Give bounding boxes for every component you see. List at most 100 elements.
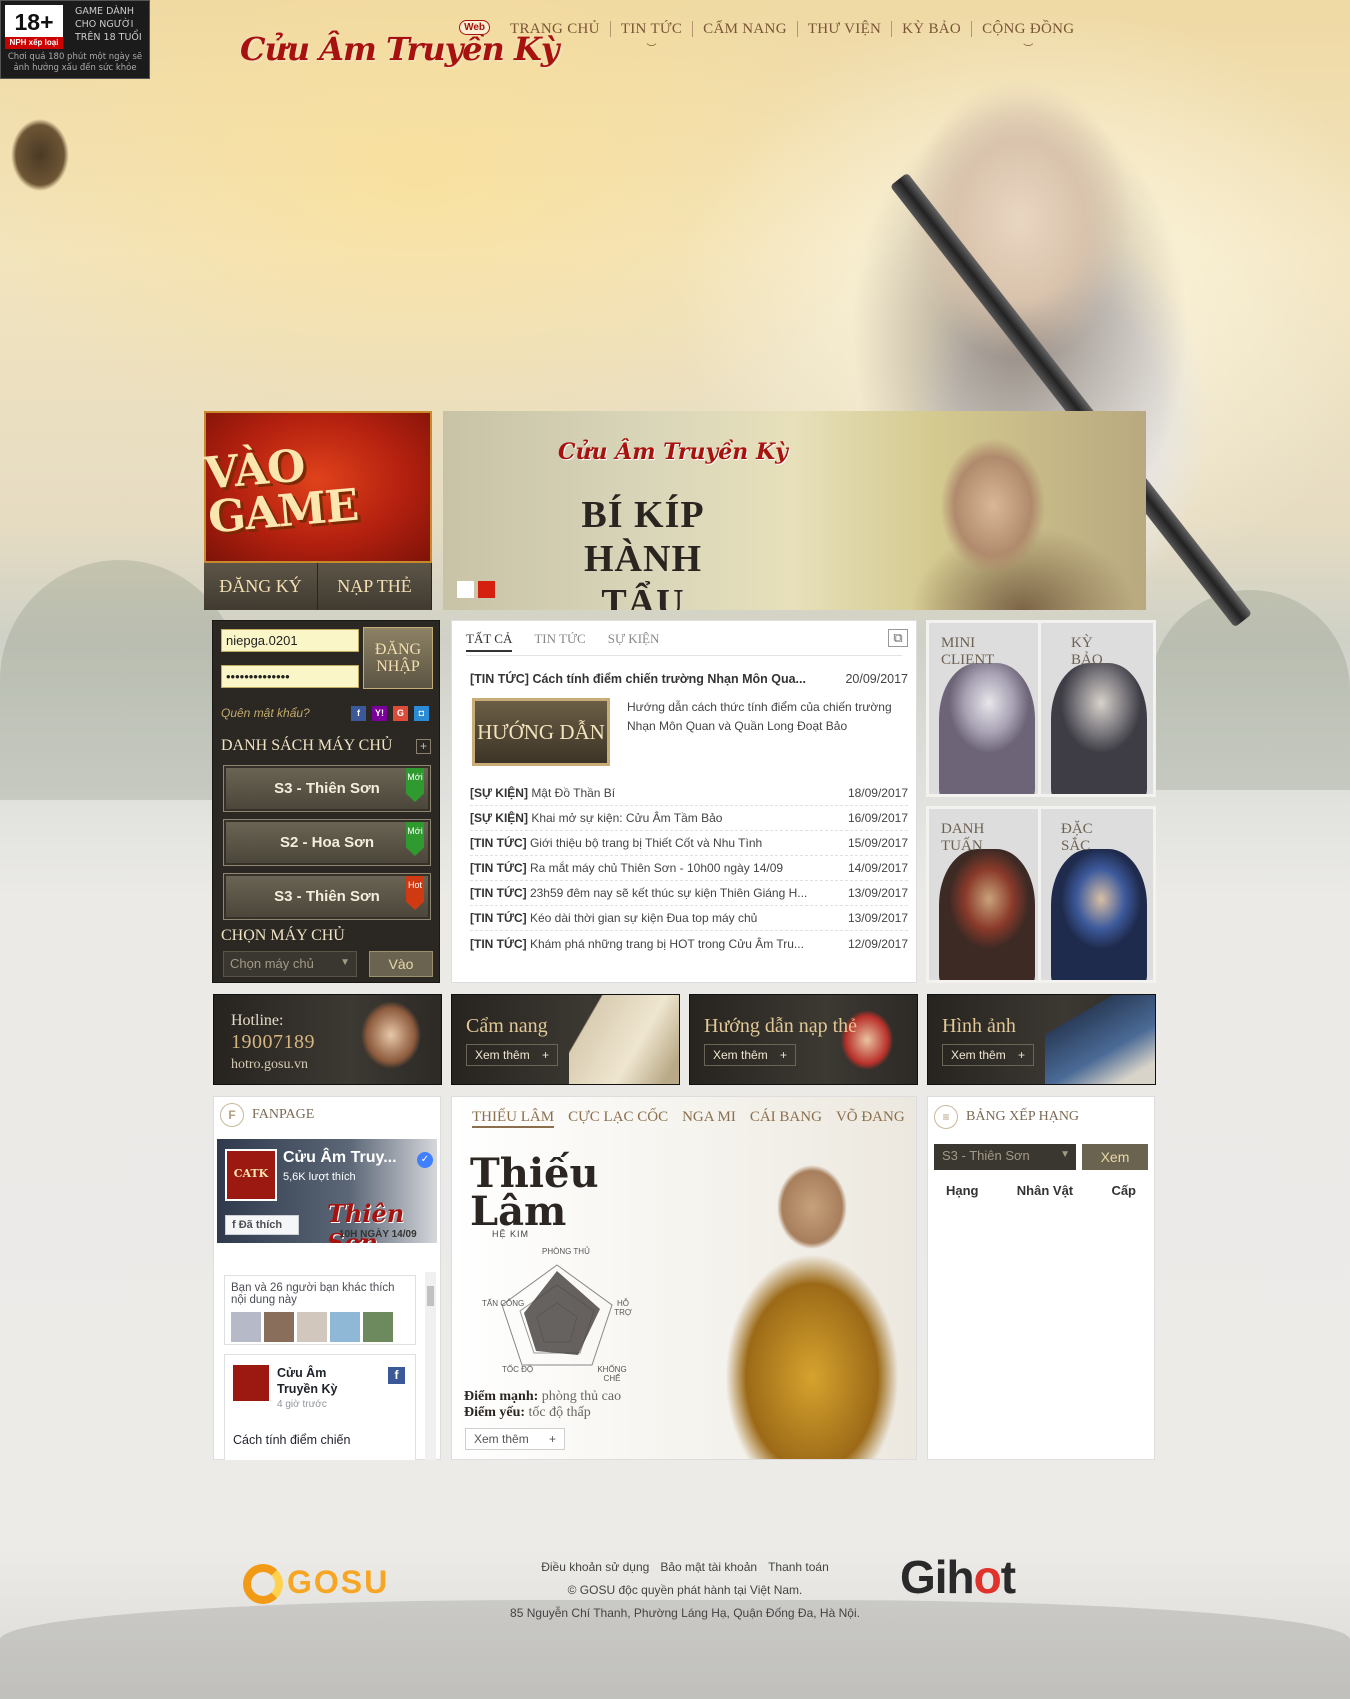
facebook-icon[interactable]: f: [351, 706, 366, 721]
class-more-button[interactable]: Xem thêm +: [465, 1428, 565, 1450]
hotline-card[interactable]: Hotline: 19007189 hotro.gosu.vn: [213, 994, 442, 1085]
tile-features[interactable]: ĐẶC SẮC: [1038, 806, 1156, 983]
login-button[interactable]: ĐĂNG NHẬP: [363, 627, 433, 689]
plus-icon[interactable]: +: [416, 739, 431, 754]
gihot-logo[interactable]: Gihot: [900, 1550, 1016, 1604]
news-panel: TẤT CẢ TIN TỨC SỰ KIỆN ⧉ [TIN TỨC] Cách …: [451, 620, 917, 983]
address: 85 Nguyễn Chí Thanh, Phường Láng Hạ, Quậ…: [510, 1606, 860, 1620]
forgot-password-link[interactable]: Quên mật khẩu?: [221, 706, 310, 720]
server-button[interactable]: S2 - Hoa Sơn Mới: [223, 819, 431, 866]
ranking-view-button[interactable]: Xem: [1082, 1144, 1148, 1170]
ranking-server-value: S3 - Thiên Sơn: [942, 1148, 1030, 1163]
tab-all[interactable]: TẤT CẢ: [466, 631, 513, 652]
tab-nga-mi[interactable]: NGA MI: [682, 1109, 736, 1128]
enter-game-button[interactable]: Vào: [369, 951, 433, 977]
friend-avatar[interactable]: [231, 1312, 261, 1342]
news-title: Kéo dài thời gian sự kiện Đua top máy ch…: [529, 911, 758, 925]
terms-link[interactable]: Điều khoản sử dụng: [541, 1556, 649, 1579]
ranking-table-header: Hạng Nhân Vật Cấp: [934, 1183, 1148, 1198]
post-author[interactable]: Cửu Âm Truyền Kỳ: [277, 1365, 357, 1397]
server-button[interactable]: S3 - Thiên Sơn Mới: [223, 765, 431, 812]
news-category: [TIN TỨC]: [470, 936, 527, 951]
news-item[interactable]: [TIN TỨC] Kéo dài thời gian sự kiện Đua …: [470, 906, 908, 931]
topup-button[interactable]: NẠP THẺ: [318, 563, 432, 610]
server-name: S3 - Thiên Sơn: [274, 780, 380, 797]
tab-cuc-lac-coc[interactable]: CỰC LẠC CỐC: [568, 1109, 668, 1128]
tile-fame[interactable]: DANH TUẤN: [926, 806, 1044, 983]
nav-treasure[interactable]: KỲ BẢO: [892, 21, 971, 38]
banner-title-line: BÍ KÍP: [581, 494, 705, 536]
facebook-icon: f: [220, 1103, 244, 1127]
news-title: Ra mắt máy chủ Thiên Sơn - 10h00 ngày 14…: [529, 861, 784, 875]
server-button[interactable]: S3 - Thiên Sơn Hot: [223, 873, 431, 920]
post-text: Cách tính điểm chiến: [233, 1433, 351, 1447]
news-date: 20/09/2017: [845, 672, 908, 686]
headline-news[interactable]: [TIN TỨC] Cách tính điểm chiến trường Nh…: [470, 672, 908, 686]
facebook-page-cover[interactable]: CATK Cửu Âm Truy... ✓ 5,6K lượt thích Th…: [217, 1139, 437, 1243]
gosu-logo[interactable]: GOSU: [243, 1560, 408, 1606]
scrollbar-thumb[interactable]: [427, 1286, 434, 1306]
more-button[interactable]: Xem thêm +: [704, 1044, 796, 1066]
class-element: HỆ KIM: [492, 1229, 530, 1239]
more-button[interactable]: Xem thêm +: [466, 1044, 558, 1066]
headline-thumbnail[interactable]: HƯỚNG DẪN: [472, 698, 610, 766]
payment-link[interactable]: Thanh toán: [768, 1556, 829, 1579]
plus-icon: +: [1017, 1048, 1025, 1062]
more-button[interactable]: Xem thêm +: [942, 1044, 1034, 1066]
tab-thieu-lam[interactable]: THIẾU LÂM: [472, 1109, 555, 1128]
guide-card[interactable]: Cẩm nang Xem thêm +: [451, 994, 680, 1085]
health-warning: Chơi quá 180 phút một ngày sẽ ảnh hưởng …: [7, 52, 143, 73]
tile-mini-client[interactable]: MINI CLIENT: [926, 620, 1044, 797]
news-date: 16/09/2017: [847, 811, 908, 825]
security-link[interactable]: Bảo mật tài khoản: [660, 1556, 757, 1579]
tile-label-line: CLIENT: [941, 652, 995, 668]
login-panel: ĐĂNGNHẬP Quên mật khẩu? f Y! G ◘ DANH SÁ…: [212, 620, 440, 983]
more-news-icon[interactable]: ⧉: [888, 629, 908, 647]
tab-events[interactable]: SỰ KIỆN: [608, 631, 660, 652]
username-input[interactable]: [221, 629, 359, 652]
gallery-card[interactable]: Hình ảnh Xem thêm +: [927, 994, 1156, 1085]
password-input[interactable]: [221, 665, 359, 688]
news-item[interactable]: [TIN TỨC] Giới thiệu bộ trang bị Thiết C…: [470, 831, 908, 856]
friend-avatar[interactable]: [363, 1312, 393, 1342]
server-select[interactable]: Chọn máy chủ ▼: [223, 951, 357, 977]
yahoo-icon[interactable]: Y!: [372, 706, 387, 721]
tab-news[interactable]: TIN TỨC: [534, 631, 585, 652]
play-game-button[interactable]: VÀO GAME: [202, 411, 432, 563]
more-label: Xem thêm: [475, 1048, 530, 1062]
nav-home[interactable]: TRANG CHỦ: [500, 21, 610, 38]
friend-avatar[interactable]: [264, 1312, 294, 1342]
news-item[interactable]: [TIN TỨC] Khám phá những trang bị HOT tr…: [470, 931, 908, 956]
register-button[interactable]: ĐĂNG KÝ: [204, 563, 318, 610]
headline-description: Hướng dẫn cách thức tính điểm của chiến …: [627, 700, 892, 733]
gosu-logo-text: GOSU: [287, 1564, 390, 1600]
nav-news[interactable]: TIN TỨC ︶: [611, 21, 692, 55]
nav-guide[interactable]: CẨM NANG: [693, 21, 797, 38]
hero-banner[interactable]: Cửu Âm Truyền Kỳ BÍ KÍP HÀNH TẨU: [443, 411, 1146, 610]
news-item[interactable]: [TIN TỨC] Ra mắt máy chủ Thiên Sơn - 10h…: [470, 856, 908, 881]
google-icon[interactable]: G: [393, 706, 408, 721]
rating-value: 18+: [14, 9, 54, 35]
server-name: S2 - Hoa Sơn: [279, 834, 374, 851]
news-item[interactable]: [SỰ KIỆN] Khai mở sự kiện: Cửu Âm Tầm Bả…: [470, 806, 908, 831]
banner-dot-active[interactable]: [478, 581, 495, 598]
tile-treasure[interactable]: KỲ BẢO: [1038, 620, 1156, 797]
liked-button[interactable]: f Đã thích: [225, 1215, 299, 1235]
game-logo[interactable]: Cửu Âm Truyền Kỳ Web: [240, 12, 559, 92]
ranking-server-select[interactable]: S3 - Thiên Sơn ▼: [934, 1144, 1076, 1170]
news-item[interactable]: [SỰ KIỆN] Mật Đồ Thần Bí 18/09/2017: [470, 781, 908, 806]
news-item[interactable]: [TIN TỨC] 23h59 đêm nay sẽ kết thúc sự k…: [470, 881, 908, 906]
friend-avatar[interactable]: [330, 1312, 360, 1342]
fanpage-scrollbar[interactable]: [425, 1272, 436, 1460]
open-id-icon[interactable]: ◘: [414, 706, 429, 721]
facebook-icon: f: [388, 1367, 405, 1384]
topup-guide-card[interactable]: Hướng dẫn nạp thẻ Xem thêm +: [689, 994, 918, 1085]
tab-vo-dang[interactable]: VÕ ĐANG: [836, 1109, 905, 1128]
tab-cai-bang[interactable]: CÁI BANG: [750, 1109, 822, 1128]
server-select-value: Chọn máy chủ: [230, 956, 314, 971]
banner-dot[interactable]: [457, 581, 474, 598]
friend-avatar[interactable]: [297, 1312, 327, 1342]
stat-label: TỐC ĐỘ: [502, 1365, 534, 1374]
nav-library[interactable]: THƯ VIỆN: [798, 21, 891, 38]
nav-community[interactable]: CỘNG ĐỒNG ︶: [972, 21, 1084, 55]
